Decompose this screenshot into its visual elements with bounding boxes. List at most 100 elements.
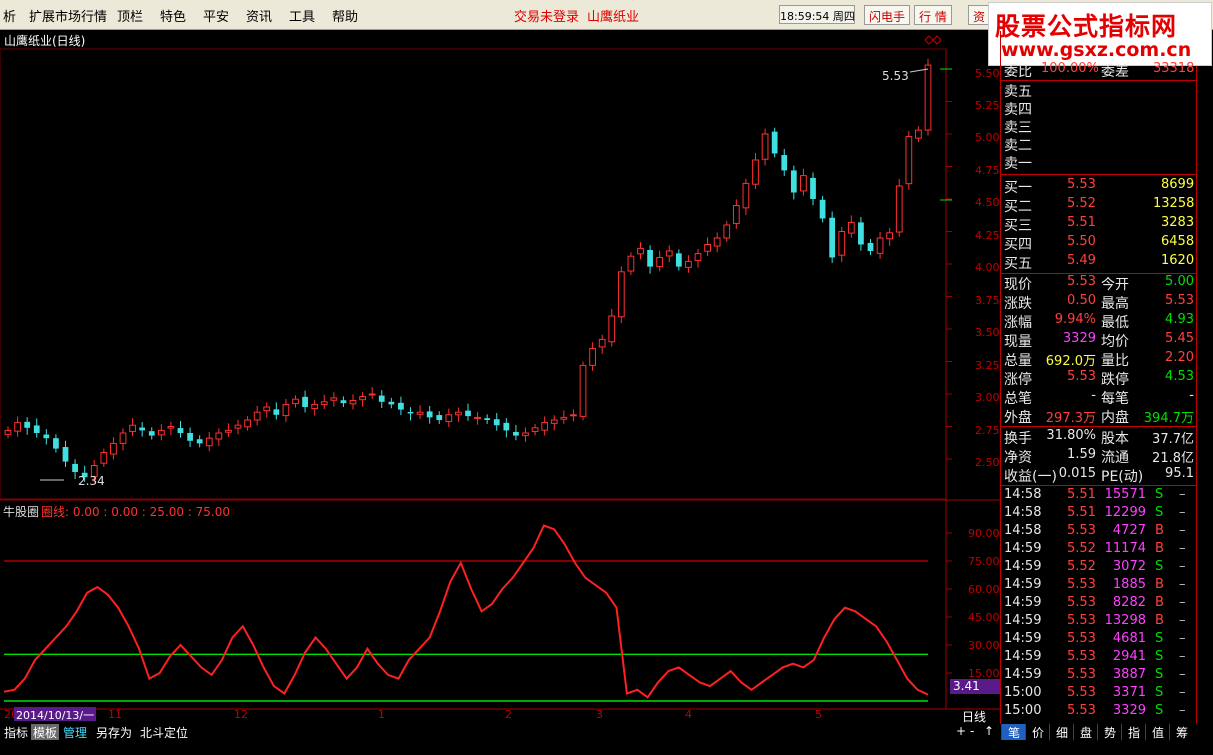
sell-row[interactable]: 卖二 [1003,135,1196,154]
tick-volume: 4727 [1112,523,1146,538]
rtab-ticks[interactable]: 笔 [1001,724,1026,740]
tick-dash: – [1179,577,1186,592]
diamond-icon[interactable] [924,35,934,45]
tick-row[interactable]: 14:59 5.52 3072 S – [1003,559,1196,577]
tick-price: 5.53 [1067,703,1096,718]
tab-manage[interactable]: 管理 [61,724,89,740]
candle-body [53,438,59,449]
price-label: 2.50 [975,456,1000,469]
tick-row[interactable]: 14:58 5.51 15571 S – [1003,487,1196,505]
watermark-url: www.gsxz.com.cn [1001,39,1192,61]
candle-body [244,419,251,428]
period-selector[interactable]: 日线 [962,708,986,725]
chart-canvas[interactable] [0,31,1001,724]
menu-item-tools[interactable]: 工具 [289,6,315,25]
candle-body [608,315,616,343]
buy-row[interactable]: 买四 5.50 6458 [1003,234,1196,253]
tick-row[interactable]: 14:59 5.53 8282 B – [1003,595,1196,613]
stat-value2: 2.20 [1165,350,1194,365]
menu-item-top-bar[interactable]: 顶栏 [117,6,143,25]
tab-save-as[interactable]: 另存为 [94,724,134,740]
candle-body [704,244,711,252]
tick-dash: – [1179,631,1186,646]
high-price-marker: 5.53 [882,69,909,83]
indicator-curve [3,524,929,699]
tick-direction: S [1155,559,1164,574]
buy-row[interactable]: 买五 5.49 1620 [1003,253,1196,272]
tab-indicator[interactable]: 指标 [2,724,30,740]
flash-trade-button[interactable]: 闪电手 [864,5,911,25]
menu-item-news[interactable]: 资讯 [246,6,272,25]
fundamental-label2: 流通 [1101,450,1129,466]
tick-row[interactable]: 14:59 5.53 13298 B – [1003,613,1196,631]
candle-body [732,205,740,224]
menu-item-help[interactable]: 帮助 [332,6,358,25]
sell-row[interactable]: 卖三 [1003,117,1196,136]
rtab-value[interactable]: 值 [1145,724,1170,740]
up-arrow-button[interactable]: ↑ [982,724,996,740]
rtab-index[interactable]: 指 [1121,724,1146,740]
candle-body [253,411,261,421]
clock-display: 18:59:54 周四 [779,5,855,24]
buy-row[interactable]: 买三 5.51 3283 [1003,215,1196,234]
zoom-in-button[interactable]: + [954,724,968,740]
candle-body [311,403,319,410]
stat-row: 涨停 5.53 跌停 4.53 [1003,369,1196,388]
tab-beidou-locate[interactable]: 北斗定位 [138,724,190,740]
weicha-label: 委差 [1101,64,1129,80]
weicha-value: 33318 [1153,61,1195,76]
candle-body [675,253,682,267]
candle-body [436,415,443,420]
rtab-orderbook[interactable]: 盘 [1073,724,1098,740]
rtab-chips[interactable]: 筹 [1169,724,1194,740]
stat-label: 现价 [1004,277,1032,293]
tick-row[interactable]: 15:00 5.53 3371 S – [1003,685,1196,703]
sell-label: 卖一 [1004,156,1032,172]
candle-body [282,403,290,417]
tick-row[interactable]: 14:59 5.53 2941 S – [1003,649,1196,667]
fundamental-value2: 95.1 [1165,466,1194,481]
stat-label: 涨停 [1004,372,1032,388]
stat-value: - [1091,388,1096,403]
sell-row[interactable]: 卖五 [1003,81,1196,100]
menu-item-pingan[interactable]: 平安 [203,6,229,25]
rtab-price[interactable]: 价 [1025,724,1050,740]
price-label: 3.50 [975,326,1000,339]
tick-volume: 3072 [1112,559,1146,574]
rtab-detail[interactable]: 细 [1049,724,1074,740]
tick-row[interactable]: 14:58 5.53 4727 B – [1003,523,1196,541]
tick-row[interactable]: 15:00 5.53 3329 S – [1003,703,1196,721]
menu-item-extended-market[interactable]: 扩展市场行情 [29,6,107,25]
trade-login-status[interactable]: 交易未登录 [514,6,579,25]
tick-row[interactable]: 14:59 5.53 3887 S – [1003,667,1196,685]
candle-body [4,429,12,435]
candle-body [513,431,519,436]
quote-button[interactable]: 行 情 [914,5,952,25]
buy-row[interactable]: 买一 5.53 8699 [1003,177,1196,196]
candle-body [368,393,376,396]
tick-volume: 3371 [1112,685,1146,700]
tick-row[interactable]: 14:59 5.53 1885 B – [1003,577,1196,595]
tick-row[interactable]: 14:58 5.51 12299 S – [1003,505,1196,523]
tick-volume: 4681 [1112,631,1146,646]
sell-row[interactable]: 卖一 [1003,153,1196,172]
zoom-out-button[interactable]: - [968,724,976,740]
tick-row[interactable]: 14:59 5.52 11174 B – [1003,541,1196,559]
indicator-legend: 圈线: 0.00 : 0.00 : 25.00 : 75.00 [41,505,231,519]
candle-body [867,242,874,251]
buy-row[interactable]: 买二 5.52 13258 [1003,196,1196,215]
price-label: 5.25 [975,99,1000,112]
info-button[interactable]: 资 [968,5,991,25]
candle-body [177,428,184,433]
indicator-name[interactable]: 牛股圈 [3,503,39,520]
tab-template[interactable]: 模板 [31,724,60,740]
menu-item-analysis[interactable]: 析 [3,6,16,25]
diamond-icon-2[interactable] [932,35,942,45]
menu-item-features[interactable]: 特色 [160,6,186,25]
tick-direction: B [1155,523,1164,538]
tick-time: 14:59 [1004,577,1042,592]
tick-row[interactable]: 14:59 5.53 4681 S – [1003,631,1196,649]
sell-row[interactable]: 卖四 [1003,99,1196,118]
rtab-trend[interactable]: 势 [1097,724,1122,740]
indicator-label: 45.00 [968,611,1000,624]
